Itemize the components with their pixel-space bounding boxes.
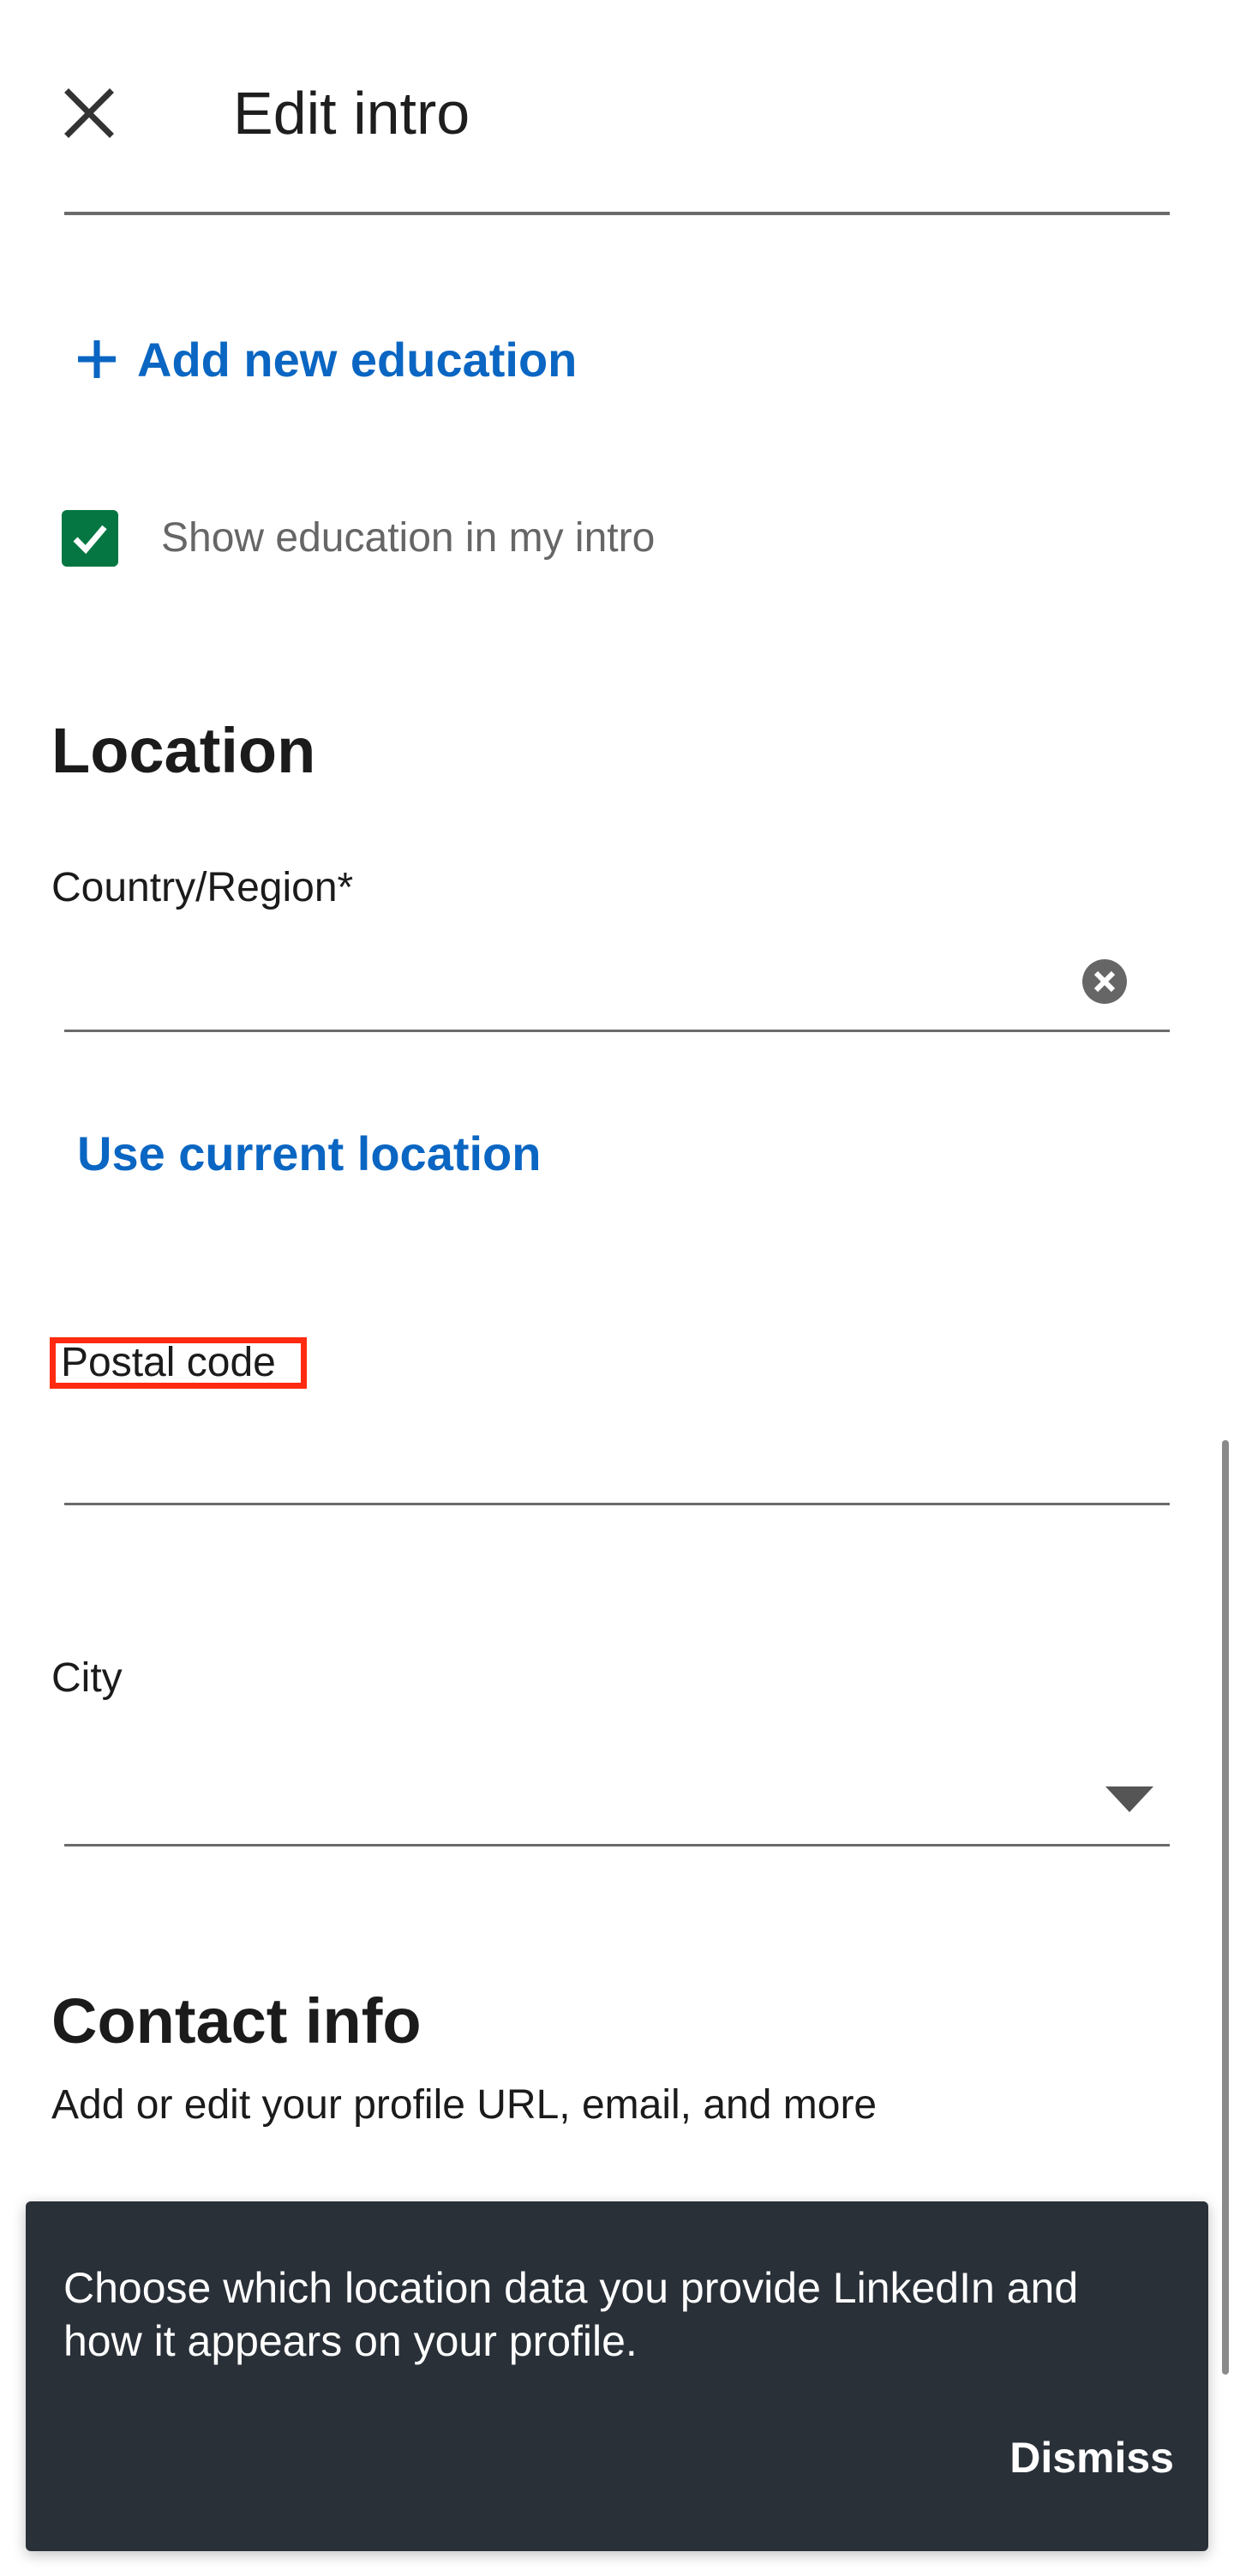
snackbar	[26, 2201, 1208, 2551]
dismiss-button[interactable]: Dismiss	[985, 2428, 1174, 2488]
use-current-location-button[interactable]: Use current location	[77, 1121, 541, 1186]
chevron-down-icon	[1105, 1785, 1153, 1814]
contact-info-title: Contact info	[51, 1985, 422, 2057]
country-region-underline	[64, 1030, 1170, 1032]
checkmark-icon	[73, 525, 107, 555]
city-underline	[64, 1844, 1170, 1846]
city-label: City	[51, 1655, 123, 1701]
location-title: Location	[51, 715, 316, 786]
show-education-checkbox[interactable]	[62, 510, 118, 567]
postal-code-label: Postal code	[50, 1337, 307, 1389]
close-icon	[64, 88, 114, 138]
plus-icon	[78, 340, 116, 378]
close-button[interactable]	[55, 79, 123, 147]
page-title: Edit intro	[233, 80, 470, 147]
header-divider	[64, 212, 1170, 215]
country-region-input[interactable]	[64, 926, 1058, 1020]
snackbar-message: Choose which location data you provide L…	[63, 2264, 1079, 2365]
city-dropdown[interactable]	[64, 1749, 1170, 1843]
add-education-label: Add new education	[137, 332, 578, 387]
show-education-label: Show education in my intro	[161, 515, 656, 561]
postal-code-underline	[64, 1503, 1170, 1505]
contact-info-subtitle: Add or edit your profile URL, email, and…	[51, 2082, 878, 2128]
clear-country-button[interactable]	[1081, 958, 1128, 1005]
add-education-button[interactable]: Add new education	[75, 321, 577, 398]
scrollbar[interactable]	[1222, 1440, 1229, 2375]
postal-code-input[interactable]	[64, 1406, 1170, 1500]
country-region-label: Country/Region*	[51, 865, 354, 910]
clear-icon	[1082, 959, 1127, 1004]
